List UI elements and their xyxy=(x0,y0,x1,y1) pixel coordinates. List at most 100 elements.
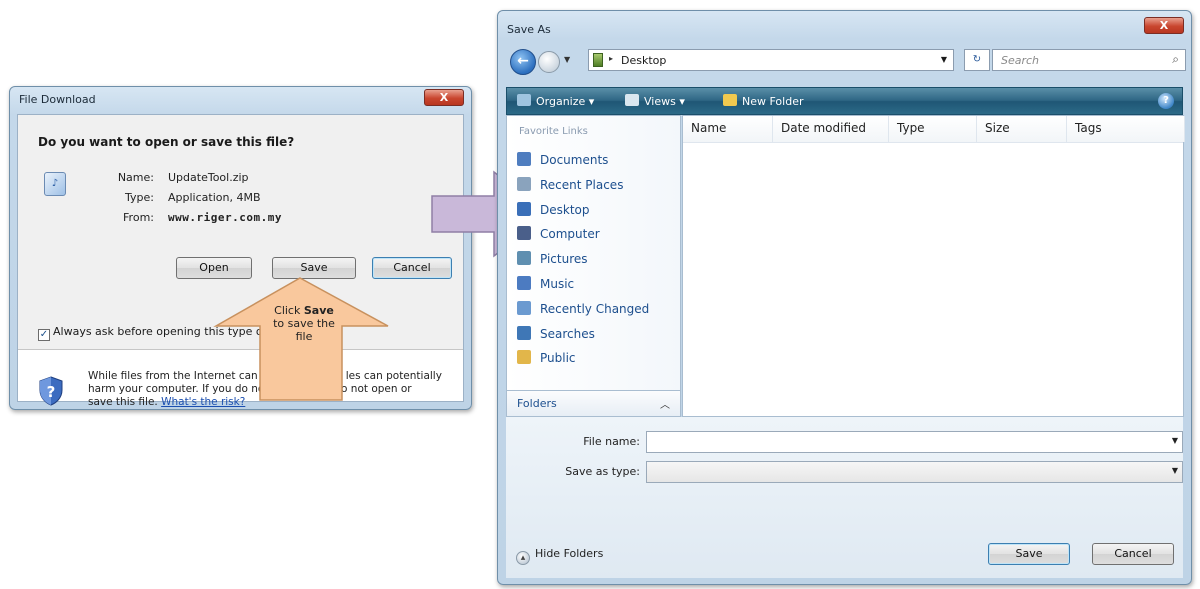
folders-toggle[interactable]: Folders ︿ xyxy=(507,390,680,416)
column-header-name[interactable]: Name xyxy=(683,116,773,142)
file-type-row: Type: Application, 4MB xyxy=(104,191,261,204)
save-as-dialog: Save As X ← ▼ ▸ Desktop ▼ ↻ Search ⌕ Org… xyxy=(497,10,1192,585)
views-icon xyxy=(625,94,639,106)
nav-item-label: Computer xyxy=(540,227,600,242)
nav-item-label: Public xyxy=(540,351,576,366)
folders-label: Folders xyxy=(517,397,557,410)
file-name-label: Name: xyxy=(117,171,154,184)
svg-text:?: ? xyxy=(47,383,56,401)
callout-text: Click Save to save the file xyxy=(262,304,346,343)
header-divider xyxy=(683,142,1183,143)
callout-line-2: to save the xyxy=(273,317,335,330)
nav-item-label: Recently Changed xyxy=(540,301,650,316)
callout-line-3: file xyxy=(295,330,313,343)
recent-places-icon xyxy=(517,176,531,191)
hide-folders-label: Hide Folders xyxy=(535,547,604,560)
download-question: Do you want to open or save this file? xyxy=(38,135,295,149)
command-toolbar: Organize ▾ Views ▾ New Folder ? xyxy=(506,87,1183,115)
new-folder-button[interactable]: New Folder xyxy=(723,94,803,108)
column-header-size[interactable]: Size xyxy=(977,116,1067,142)
desktop-icon xyxy=(517,201,531,216)
file-list-pane[interactable]: Name Date modified Type Size Tags xyxy=(682,115,1185,417)
nav-item-desktop[interactable]: Desktop xyxy=(517,201,590,217)
history-dropdown-icon[interactable]: ▼ xyxy=(564,55,570,64)
nav-item-label: Pictures xyxy=(540,252,588,267)
public-icon xyxy=(517,350,531,365)
column-header-tags[interactable]: Tags xyxy=(1067,116,1185,142)
search-input[interactable]: Search ⌕ xyxy=(992,49,1186,71)
save-as-close-button[interactable]: X xyxy=(1144,17,1184,34)
file-download-title: File Download xyxy=(19,93,96,106)
nav-item-public[interactable]: Public xyxy=(517,350,576,365)
file-from-row: From: www.riger.com.my xyxy=(104,211,282,224)
chevron-up-circle-icon: ▴ xyxy=(516,551,530,565)
file-from-label: From: xyxy=(123,211,154,224)
favorite-links-header: Favorite Links xyxy=(519,126,588,137)
nav-item-label: Searches xyxy=(540,326,595,341)
address-dropdown-icon[interactable]: ▼ xyxy=(941,55,947,64)
refresh-icon[interactable]: ↻ xyxy=(964,49,990,71)
file-name-dropdown-icon[interactable]: ▼ xyxy=(1172,436,1178,445)
address-bar-row: ← ▼ ▸ Desktop ▼ ↻ Search ⌕ xyxy=(506,45,1186,75)
file-name-row: Name: UpdateTool.zip xyxy=(104,171,249,184)
new-folder-label: New Folder xyxy=(742,95,804,108)
column-header-date-modified[interactable]: Date modified xyxy=(773,116,889,142)
chevron-up-icon[interactable]: ︿ xyxy=(660,396,670,411)
save-options-area: File name: ▼ Save as type: ▼ ▴ Hide Folde… xyxy=(506,417,1183,578)
nav-item-recent-places[interactable]: Recent Places xyxy=(517,176,624,192)
nav-item-label: Music xyxy=(540,277,575,291)
file-download-close-button[interactable]: X xyxy=(424,89,464,106)
address-bar[interactable]: ▸ Desktop ▼ xyxy=(588,49,954,71)
file-name-field[interactable]: ▼ xyxy=(646,431,1183,453)
file-type-label: Type: xyxy=(125,191,154,204)
computer-icon xyxy=(517,226,531,241)
save-as-save-button[interactable]: Save xyxy=(988,543,1070,565)
organize-icon xyxy=(517,94,531,106)
music-icon xyxy=(517,276,531,290)
searches-icon xyxy=(517,325,531,340)
file-download-titlebar[interactable]: File Download X xyxy=(10,87,471,113)
save-as-cancel-button[interactable]: Cancel xyxy=(1092,543,1174,565)
recently-changed-icon xyxy=(517,300,531,315)
nav-item-pictures[interactable]: Pictures xyxy=(517,251,588,266)
organize-menu[interactable]: Organize ▾ xyxy=(517,94,594,108)
nav-item-computer[interactable]: Computer xyxy=(517,226,600,241)
new-folder-icon xyxy=(723,94,737,106)
save-as-type-select[interactable]: ▼ xyxy=(646,461,1183,483)
back-arrow-icon[interactable]: ← xyxy=(510,49,536,75)
forward-arrow-icon[interactable] xyxy=(538,51,560,73)
warning-line-3: save this file. xyxy=(88,396,158,408)
breadcrumb-chevron-icon[interactable]: ▸ xyxy=(609,54,613,63)
hide-folders-button[interactable]: ▴ Hide Folders xyxy=(516,547,603,565)
nav-item-music[interactable]: Music xyxy=(517,276,574,291)
save-as-titlebar[interactable]: Save As X xyxy=(498,11,1191,37)
nav-item-recently-changed[interactable]: Recently Changed xyxy=(517,300,650,316)
search-placeholder: Search xyxy=(1001,54,1040,67)
callout-save-text: Save xyxy=(303,304,334,317)
views-label: Views xyxy=(644,95,676,108)
help-icon[interactable]: ? xyxy=(1158,93,1174,109)
nav-item-label: Recent Places xyxy=(540,177,624,192)
documents-icon xyxy=(517,152,531,166)
views-menu[interactable]: Views ▾ xyxy=(625,94,685,108)
column-header-type[interactable]: Type xyxy=(889,116,977,142)
file-type-value: Application, 4MB xyxy=(168,191,261,204)
pictures-icon xyxy=(517,251,531,266)
folder-icon xyxy=(593,53,603,67)
organize-label: Organize xyxy=(536,95,586,108)
security-shield-icon: ? xyxy=(39,376,63,406)
address-text: Desktop xyxy=(621,54,667,67)
search-icon[interactable]: ⌕ xyxy=(1172,52,1179,67)
nav-item-documents[interactable]: Documents xyxy=(517,152,608,167)
save-as-type-label: Save as type: xyxy=(565,465,640,478)
file-name-value: UpdateTool.zip xyxy=(168,171,249,184)
save-as-title: Save As xyxy=(507,23,551,36)
file-name-label: File name: xyxy=(583,435,640,448)
save-as-type-dropdown-icon[interactable]: ▼ xyxy=(1172,466,1178,475)
callout-click-text: Click xyxy=(274,304,301,317)
nav-item-label: Desktop xyxy=(540,202,590,217)
nav-item-searches[interactable]: Searches xyxy=(517,325,595,341)
nav-item-label: Documents xyxy=(540,153,609,167)
navigation-pane: Favorite Links Documents Recent Places Des… xyxy=(506,115,681,417)
always-ask-checkbox[interactable]: ✓ xyxy=(38,329,50,341)
